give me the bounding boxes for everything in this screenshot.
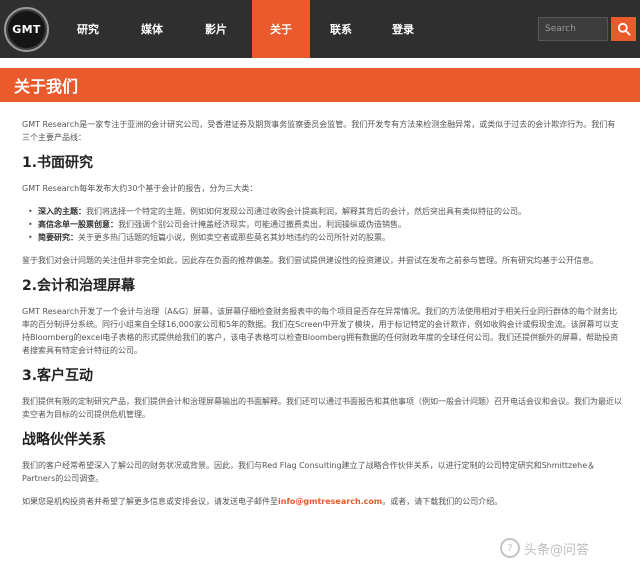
- bullet-text: 关于更多热门话题的短篇小说，例如卖空者或那些莫名其妙地违约的公司所针对的股票。: [78, 233, 390, 242]
- gmt-logo[interactable]: GMT: [4, 7, 49, 52]
- watermark-text: 头条@问答: [524, 542, 590, 558]
- contact-text-after: 。或者，请下载我们的公司介绍。: [382, 497, 503, 506]
- page-title: 关于我们: [14, 77, 79, 96]
- section-heading-partnerships: 战略伙伴关系: [22, 432, 106, 448]
- main-nav: 研究 媒体 影片 关于 联系 登录: [56, 0, 434, 58]
- section-heading-written-research: 1.书面研究: [22, 155, 94, 171]
- list-item: 高信念单一股票创意：我们强调个别公司会计掩盖经济现实，可能通过撤费卖出，利润操纵…: [28, 218, 622, 231]
- about-content: GMT Research是一家专注于亚洲的会计研究公司，受香港证券及期货事务监察…: [22, 118, 622, 518]
- nav-item-about[interactable]: 关于: [252, 0, 310, 58]
- nav-item-contact[interactable]: 联系: [310, 0, 372, 58]
- search-icon: [617, 22, 631, 36]
- client-interaction-paragraph: 我们提供有限的定制研究产品，我们提供会计和治理屏幕输出的书面解释。我们还可以通过…: [22, 397, 622, 419]
- search-input[interactable]: [538, 17, 608, 41]
- search-button[interactable]: [611, 17, 636, 41]
- contact-email-link[interactable]: info@gmtresearch.com: [278, 497, 382, 506]
- intro-paragraph: GMT Research是一家专注于亚洲的会计研究公司，受香港证券及期货事务监察…: [22, 120, 616, 142]
- bullet-term: 简要研究：: [38, 233, 78, 242]
- list-item: 简要研究：关于更多热门话题的短篇小说，例如卖空者或那些莫名其妙地违约的公司所针对…: [28, 231, 622, 244]
- written-research-intro: GMT Research每年发布大约30个基于会计的报告，分为三大类：: [22, 184, 258, 193]
- nav-item-login[interactable]: 登录: [372, 0, 434, 58]
- nav-item-videos[interactable]: 影片: [184, 0, 248, 58]
- bullet-text: 我们强调个别公司会计掩盖经济现实，可能通过撤费卖出，利润操纵或伪造销售。: [118, 220, 406, 229]
- partnerships-paragraph: 我们的客户经常希望深入了解公司的财务状况或背景。因此，我们与Red Flag C…: [22, 461, 596, 483]
- top-navbar: GMT 研究 媒体 影片 关于 联系 登录: [0, 0, 640, 58]
- page-title-band: 关于我们: [0, 68, 640, 102]
- bullet-term: 深入的主题：: [38, 207, 86, 216]
- contact-text-before: 如果您是机构投资者并希望了解更多信息或安排会议，请发送电子邮件至: [22, 497, 278, 506]
- research-categories-list: 深入的主题：我们将选择一个特定的主题，例如如何发现公司通过收购会计提高利润，解释…: [28, 205, 622, 244]
- contact-paragraph: 如果您是机构投资者并希望了解更多信息或安排会议，请发送电子邮件至info@gmt…: [22, 495, 622, 508]
- nav-item-media[interactable]: 媒体: [120, 0, 184, 58]
- accounting-screen-paragraph: GMT Research开发了一个会计与治理（A&G）屏幕，该屏幕仔细检查财务报…: [22, 307, 619, 355]
- list-item: 深入的主题：我们将选择一个特定的主题，例如如何发现公司通过收购会计提高利润，解释…: [28, 205, 622, 218]
- nav-item-research[interactable]: 研究: [56, 0, 120, 58]
- section-heading-client-interaction: 3.客户互动: [22, 368, 94, 384]
- watermark: ? 头条@问答: [500, 536, 589, 560]
- research-bias-paragraph: 鉴于我们对会计问题的关注但并非完全如此，因此存在负面的推荐偏差。我们尝试提供建设…: [22, 256, 598, 265]
- section-heading-accounting-screen: 2.会计和治理屏幕: [22, 278, 136, 294]
- bullet-text: 我们将选择一个特定的主题，例如如何发现公司通过收购会计提高利润，解释其背后的会计…: [86, 207, 526, 216]
- watermark-icon: ?: [500, 538, 520, 558]
- bullet-term: 高信念单一股票创意：: [38, 220, 118, 229]
